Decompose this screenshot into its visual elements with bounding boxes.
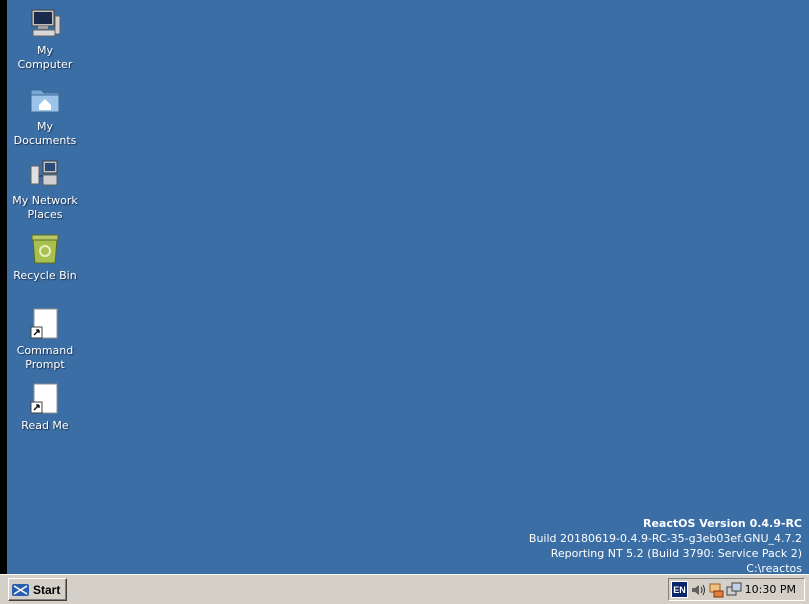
icon-label-line: My Network [12, 194, 78, 207]
icon-label-line: My [36, 44, 53, 57]
version-build: Build 20180619-0.4.9-RC-35-g3eb03ef.GNU_… [528, 532, 802, 545]
version-title: ReactOS Version 0.4.9-RC [643, 517, 802, 530]
volume-icon[interactable] [690, 582, 706, 598]
folder-home-icon [29, 84, 61, 116]
icon-label-line: My [36, 120, 53, 133]
display-icon[interactable] [726, 582, 742, 598]
computer-icon [29, 8, 61, 40]
start-button[interactable]: Start [8, 578, 67, 601]
icon-label-line: Recycle Bin [13, 269, 77, 282]
icon-label-line: Places [27, 208, 63, 221]
desktop-icon-command-prompt[interactable]: Command Prompt [7, 308, 83, 372]
desktop: My Computer My Documents My Network Plac… [7, 0, 809, 576]
icon-label-line: Computer [17, 58, 73, 71]
shortcut-file-icon [29, 383, 61, 415]
desktop-icon-read-me[interactable]: Read Me [7, 383, 83, 433]
shortcut-file-icon [29, 308, 61, 340]
icon-label-line: Read Me [21, 419, 69, 432]
icon-label-line: Documents [13, 134, 77, 147]
icon-label-line: Prompt [25, 358, 65, 371]
clock[interactable]: 10:30 PM [745, 583, 796, 596]
system-tray: EN 10:30 PM [668, 578, 805, 601]
language-indicator[interactable]: EN [671, 581, 688, 598]
version-reporting: Reporting NT 5.2 (Build 3790: Service Pa… [550, 547, 802, 560]
reactos-logo-icon [12, 583, 30, 597]
recycle-bin-icon [29, 233, 61, 265]
network-status-icon[interactable] [708, 582, 724, 598]
network-icon [29, 158, 61, 190]
desktop-icon-my-documents[interactable]: My Documents [7, 84, 83, 148]
desktop-icon-my-computer[interactable]: My Computer [7, 8, 83, 72]
desktop-icon-recycle-bin[interactable]: Recycle Bin [7, 233, 83, 283]
start-label: Start [33, 582, 61, 597]
desktop-icon-my-network-places[interactable]: My Network Places [7, 158, 83, 222]
taskbar: Start EN 10:30 PM [0, 574, 809, 604]
icon-label-line: Command [16, 344, 74, 357]
version-info: ReactOS Version 0.4.9-RC Build 20180619-… [529, 516, 802, 576]
